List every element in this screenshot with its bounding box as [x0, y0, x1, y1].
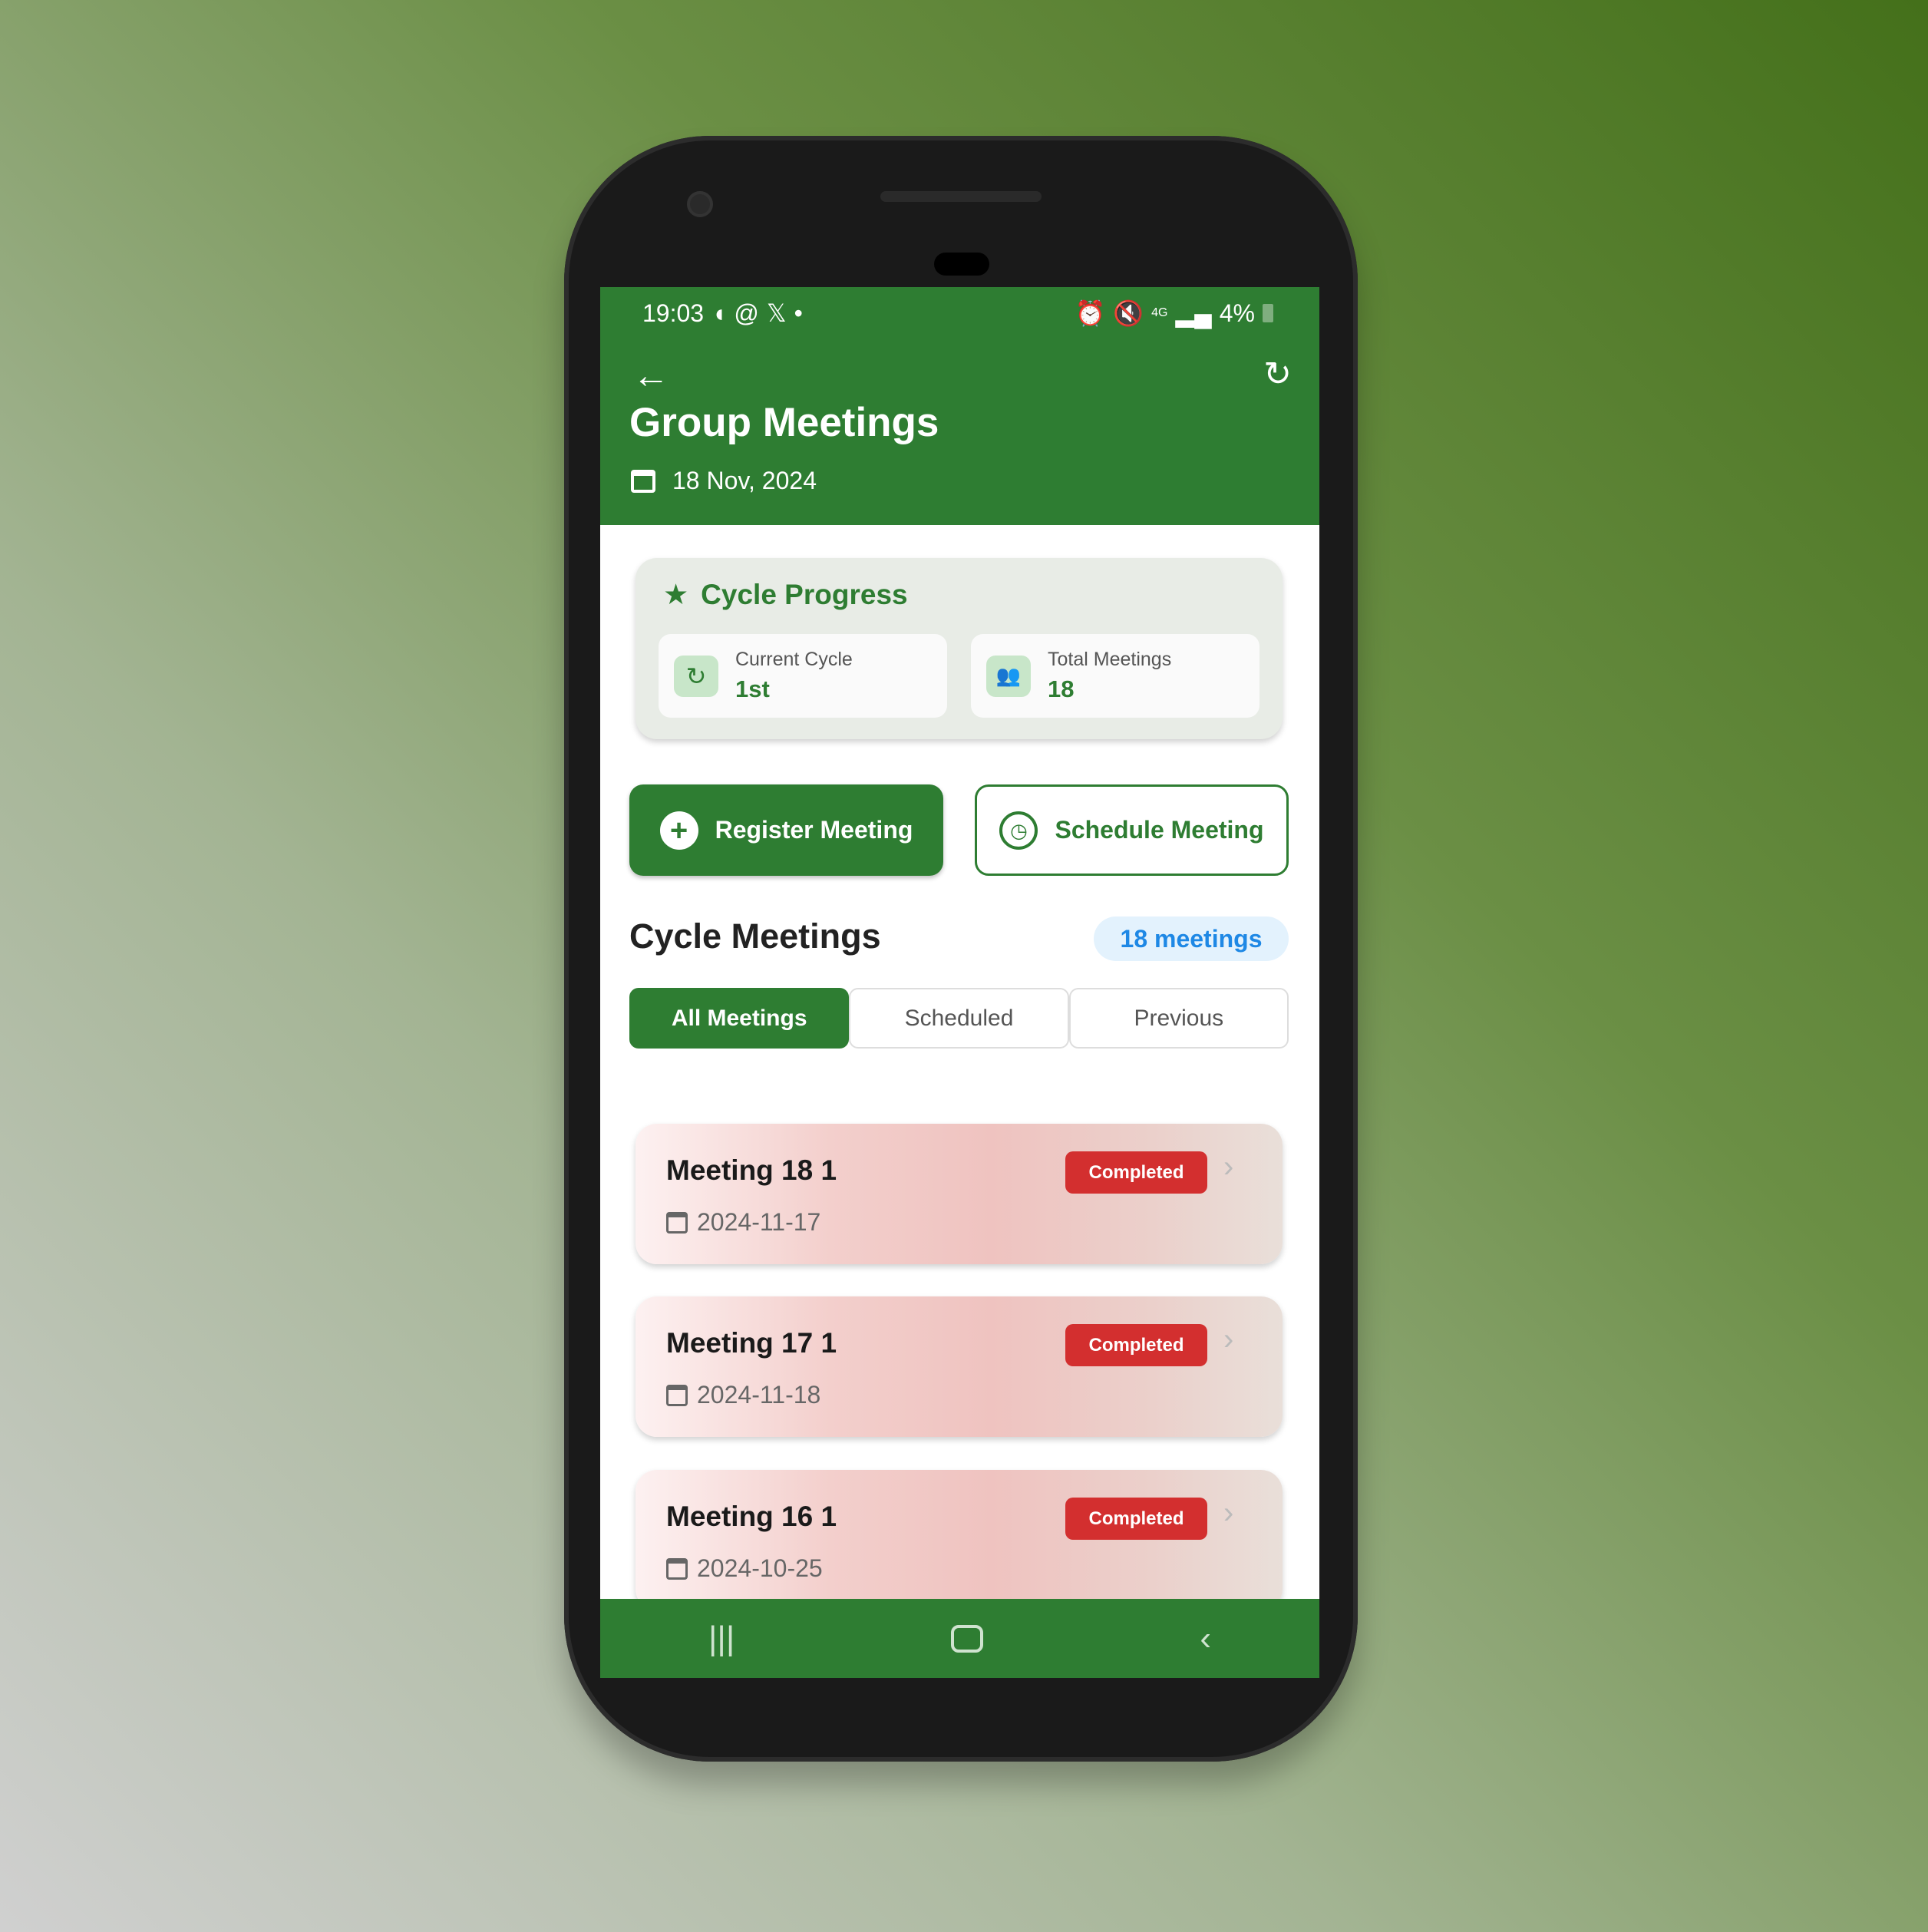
page-title: Group Meetings: [629, 400, 939, 445]
back-arrow-icon[interactable]: ←: [632, 358, 669, 395]
cycle-progress-title: ★ Cycle Progress: [663, 578, 908, 611]
meeting-name: Meeting 17 1: [666, 1327, 837, 1359]
calendar-icon: [666, 1557, 688, 1580]
recent-apps-icon[interactable]: |||: [708, 1620, 735, 1658]
current-cycle-stat: ↻ Current Cycle 1st: [659, 634, 947, 718]
calendar-icon: [631, 469, 655, 493]
header-date: 18 Nov, 2024: [631, 467, 817, 495]
cycle-progress-card: ★ Cycle Progress ↻ Current Cycle 1st 👥 T…: [636, 558, 1283, 739]
tab-scheduled[interactable]: Scheduled: [849, 988, 1069, 1049]
dot-icon: •: [794, 299, 803, 327]
system-nav-bar: ||| ‹: [600, 1599, 1319, 1678]
filter-tabs: All Meetings Scheduled Previous: [629, 988, 1289, 1049]
header-date-text: 18 Nov, 2024: [672, 467, 817, 494]
stat-label: Current Cycle: [735, 649, 853, 670]
meeting-date: 2024-10-25: [666, 1554, 823, 1583]
section-title: Cycle Meetings: [629, 916, 881, 956]
status-bar: 19:03 ◖ @ 𝕏 • ⏰ 🔇 4G ▂▄ 4%: [642, 298, 1281, 329]
star-icon: ★: [663, 579, 689, 610]
status-badge: Completed: [1065, 1151, 1207, 1194]
meeting-name: Meeting 18 1: [666, 1154, 837, 1186]
meeting-date: 2024-11-18: [666, 1381, 820, 1409]
status-time: 19:03: [642, 299, 705, 327]
schedule-meeting-button[interactable]: ◷ Schedule Meeting: [975, 784, 1289, 876]
meeting-date-text: 2024-10-25: [697, 1554, 823, 1582]
stat-label: Total Meetings: [1048, 649, 1172, 670]
status-badge: Completed: [1065, 1324, 1207, 1366]
total-meetings-stat: 👥 Total Meetings 18: [971, 634, 1259, 718]
meeting-card[interactable]: Meeting 16 1 2024-10-25 Completed ›: [636, 1470, 1283, 1610]
group-icon: 👥: [986, 655, 1031, 697]
tab-all-meetings[interactable]: All Meetings: [629, 988, 850, 1049]
home-icon[interactable]: [951, 1624, 984, 1653]
meeting-date-text: 2024-11-17: [697, 1208, 821, 1236]
refresh-icon[interactable]: ↻: [1263, 358, 1292, 391]
meeting-count-badge: 18 meetings: [1094, 916, 1289, 961]
calendar-icon: [666, 1384, 688, 1406]
meeting-card[interactable]: Meeting 17 1 2024-11-18 Completed ›: [636, 1296, 1283, 1437]
plus-icon: +: [659, 811, 698, 850]
meeting-name: Meeting 16 1: [666, 1501, 837, 1532]
battery-level: 4%: [1219, 299, 1255, 327]
app-header: 19:03 ◖ @ 𝕏 • ⏰ 🔇 4G ▂▄ 4% ← ↻ Group Mee…: [600, 287, 1319, 525]
sensor: [934, 253, 989, 276]
meeting-date: 2024-11-17: [666, 1208, 820, 1237]
register-meeting-label: Register Meeting: [715, 816, 913, 844]
app-screen: 19:03 ◖ @ 𝕏 • ⏰ 🔇 4G ▂▄ 4% ← ↻ Group Mee…: [600, 287, 1319, 1678]
chevron-right-icon: ›: [1223, 1323, 1234, 1356]
meeting-card[interactable]: Meeting 18 1 2024-11-17 Completed ›: [636, 1124, 1283, 1264]
register-meeting-button[interactable]: + Register Meeting: [629, 784, 943, 876]
meeting-date-text: 2024-11-18: [697, 1381, 821, 1409]
x-icon: 𝕏: [766, 299, 787, 327]
schedule-meeting-label: Schedule Meeting: [1055, 816, 1264, 844]
chevron-right-icon: ›: [1223, 1150, 1234, 1184]
chevron-right-icon: ›: [1223, 1496, 1234, 1530]
bixby-icon: ◖: [711, 299, 727, 327]
cycle-progress-label: Cycle Progress: [701, 578, 908, 610]
alarm-icon: ⏰: [1075, 299, 1106, 327]
stat-value: 1st: [735, 675, 770, 702]
clock-icon: ◷: [999, 811, 1038, 850]
back-icon[interactable]: ‹: [1200, 1620, 1211, 1658]
signal-icon: ▂▄: [1175, 299, 1212, 327]
threads-icon: @: [734, 299, 759, 327]
camera: [687, 191, 713, 217]
4g-icon: 4G: [1151, 306, 1168, 319]
calendar-icon: [666, 1211, 688, 1234]
tab-previous[interactable]: Previous: [1068, 988, 1289, 1049]
mute-icon: 🔇: [1113, 299, 1144, 327]
speaker: [880, 191, 1042, 202]
refresh-icon: ↻: [674, 655, 718, 697]
stat-value: 18: [1048, 675, 1075, 702]
battery-icon: [1263, 304, 1273, 322]
status-badge: Completed: [1065, 1498, 1207, 1540]
